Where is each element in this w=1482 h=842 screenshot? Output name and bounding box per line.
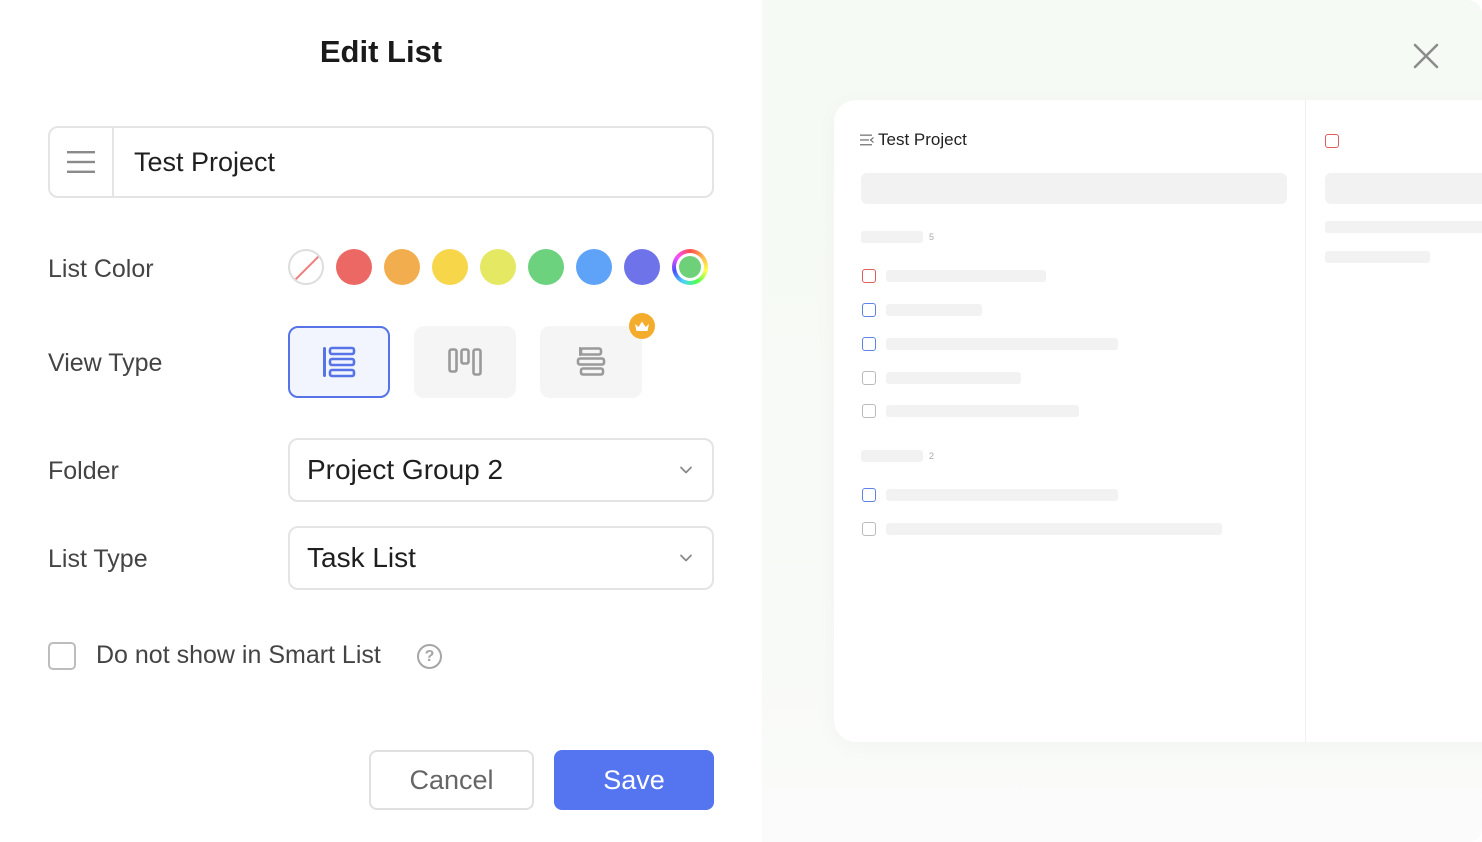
list-menu-icon	[860, 134, 874, 146]
smart-list-checkbox-label[interactable]: Do not show in Smart List	[96, 641, 381, 670]
preview-detail-title-placeholder	[1325, 173, 1482, 204]
preview-add-task-placeholder	[861, 173, 1287, 204]
preview-task-checkbox	[862, 522, 876, 536]
folder-select-value: Project Group 2	[307, 454, 504, 485]
preview-task-line	[886, 304, 982, 316]
color-purple-swatch[interactable]	[624, 249, 660, 285]
help-icon[interactable]: ?	[417, 644, 442, 669]
view-type-label: View Type	[48, 349, 163, 377]
color-custom-swatch[interactable]	[672, 249, 708, 285]
preview-task-line	[886, 372, 1021, 384]
color-blue-swatch[interactable]	[576, 249, 612, 285]
preview-task-line	[886, 523, 1222, 535]
preview-detail-line	[1325, 251, 1430, 263]
preview-section-header	[861, 450, 923, 462]
list-view-icon	[323, 346, 356, 378]
preview-task-checkbox	[862, 337, 876, 351]
preview-section-count: 5	[929, 232, 935, 242]
list-view-button[interactable]	[288, 326, 390, 398]
form-panel: Edit List List Color View Type	[0, 0, 762, 842]
preview-title: Test Project	[860, 130, 967, 150]
list-preview-card: Test Project 5 2	[834, 100, 1482, 742]
folder-select[interactable]: Project Group 2	[288, 438, 714, 502]
chevron-down-icon	[680, 466, 692, 474]
dialog-title: Edit List	[319, 34, 443, 69]
color-orange-swatch[interactable]	[384, 249, 420, 285]
color-red-swatch[interactable]	[336, 249, 372, 285]
preview-task-line	[886, 338, 1118, 350]
close-icon[interactable]	[1410, 40, 1442, 72]
preview-task-line	[886, 489, 1118, 501]
list-menu-icon[interactable]	[50, 128, 114, 196]
color-swatch-row	[288, 249, 708, 285]
preview-task-checkbox	[862, 404, 876, 418]
list-type-select-value: Task List	[307, 542, 416, 573]
timeline-view-icon	[576, 347, 606, 376]
chevron-down-icon	[680, 554, 692, 562]
folder-label: Folder	[48, 457, 119, 485]
preview-title-text: Test Project	[878, 130, 967, 149]
list-name-input[interactable]	[114, 128, 712, 196]
color-lime-swatch[interactable]	[480, 249, 516, 285]
list-name-field	[48, 126, 714, 198]
list-type-select[interactable]: Task List	[288, 526, 714, 590]
color-green-swatch[interactable]	[528, 249, 564, 285]
color-none-swatch[interactable]	[288, 249, 324, 285]
preview-detail-line	[1325, 221, 1482, 233]
edit-list-dialog: Edit List List Color View Type	[0, 0, 1482, 842]
timeline-view-button[interactable]	[540, 326, 642, 398]
preview-section-header	[861, 231, 923, 243]
save-button[interactable]: Save	[554, 750, 714, 810]
list-type-label: List Type	[48, 545, 148, 573]
color-yellow-swatch[interactable]	[432, 249, 468, 285]
preview-task-line	[886, 405, 1079, 417]
kanban-view-button[interactable]	[414, 326, 516, 398]
preview-task-checkbox	[862, 303, 876, 317]
preview-task-checkbox	[862, 488, 876, 502]
smart-list-checkbox[interactable]	[48, 642, 76, 670]
preview-detail-checkbox	[1325, 134, 1339, 148]
premium-crown-icon	[629, 313, 655, 339]
preview-task-line	[886, 270, 1046, 282]
preview-task-checkbox	[862, 269, 876, 283]
preview-divider	[1305, 100, 1306, 742]
kanban-view-icon	[448, 348, 482, 376]
list-color-label: List Color	[48, 255, 154, 283]
cancel-button[interactable]: Cancel	[369, 750, 534, 810]
preview-task-checkbox	[862, 371, 876, 385]
preview-section-count: 2	[929, 451, 935, 461]
